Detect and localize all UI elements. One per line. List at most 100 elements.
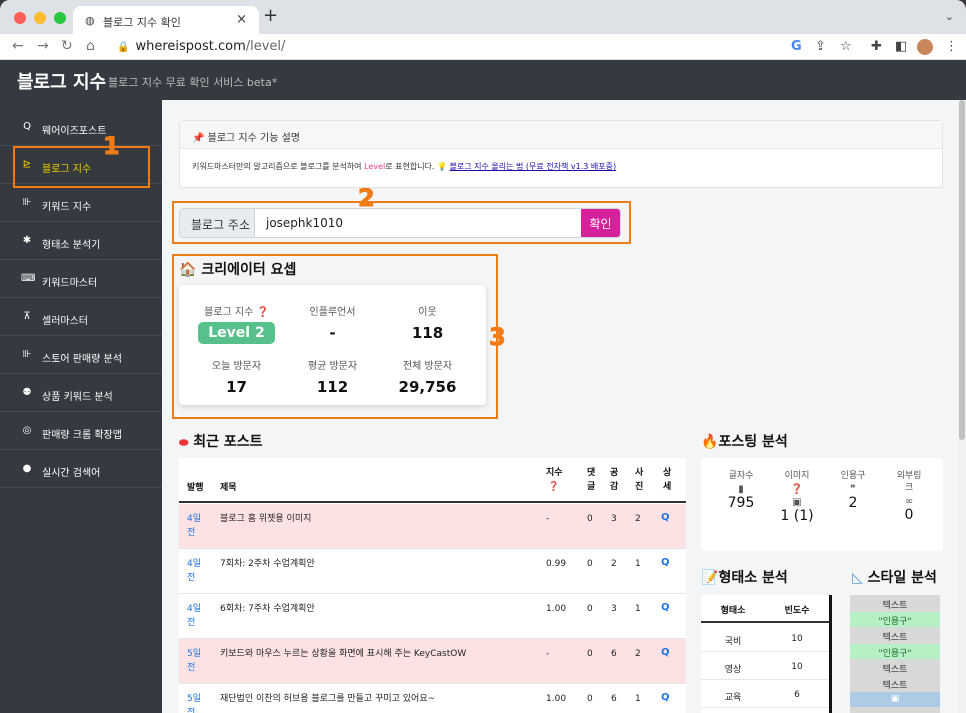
home-icon[interactable]: ⌂ — [86, 38, 95, 54]
creator-stat-label: 평균 방문자 — [307, 361, 358, 372]
google-icon[interactable]: G — [791, 39, 802, 54]
creator-stat: 평균 방문자 112 — [285, 357, 380, 396]
post-index: 1.00 — [546, 694, 567, 704]
confirm-button[interactable]: 확인 — [581, 209, 620, 237]
scrollbar-thumb[interactable] — [959, 100, 965, 440]
avatar[interactable] — [917, 39, 933, 55]
sidebar-item-3[interactable]: ✱ 형태소 분석기 — [0, 222, 162, 260]
post-photos: 2 — [635, 514, 641, 524]
post-title[interactable]: 6회차: 7주차 수업계획안 — [220, 602, 315, 616]
sidebar-item-4[interactable]: ⌨ 키워드마스터 — [0, 260, 162, 298]
creator-stat-value: 118 — [411, 324, 444, 342]
post-title[interactable]: 7회차: 2주차 수업계획안 — [220, 557, 315, 571]
new-tab-button[interactable]: + — [263, 5, 278, 26]
sidebar-item-2[interactable]: ⊪ 키워드 지수 — [0, 184, 162, 222]
page-scrollbar[interactable] — [958, 100, 966, 713]
reload-icon[interactable]: ↻ — [61, 38, 73, 54]
star-icon[interactable]: ☆ — [840, 39, 852, 54]
ebook-link[interactable]: 블로그 지수 올리는 법 (무료 전자책 v1.3 배포중) — [450, 162, 617, 171]
table-row[interactable]: 5일 전 키보드와 마우스 누르는 상황을 화면에 표시해 주는 KeyCastO… — [179, 639, 686, 684]
style-line: 텍스트 — [882, 633, 908, 643]
address-bar-row: ← → ↻ ⌂ 🔒 whereispost.com/level/ G ⇪ ☆ ✚ … — [0, 34, 966, 60]
sidebar-item-label: 형태소 분석기 — [42, 240, 101, 251]
posting-stat: 인용구 ❞ 2 — [825, 470, 881, 511]
post-index: 0.99 — [546, 559, 567, 569]
morph-analysis-title: 📝형태소 분석 — [701, 567, 788, 587]
sidepanel-icon[interactable]: ◧ — [895, 39, 907, 54]
magnifier-icon[interactable]: Q — [661, 602, 670, 613]
back-icon[interactable]: ← — [12, 38, 24, 54]
brand-title[interactable]: 블로그 지수 — [17, 68, 106, 94]
posting-stat: 외부링 크 ∞ 0 — [881, 470, 937, 523]
post-comments: 0 — [587, 604, 593, 614]
chevron-down-icon[interactable]: ⌄ — [945, 10, 954, 23]
browser-tab[interactable]: ◍ 블로그 지수 확인 × — [73, 6, 259, 34]
post-likes: 2 — [611, 559, 617, 569]
sidebar-item-label: 셀러마스터 — [42, 316, 88, 327]
tab-title: 블로그 지수 확인 — [103, 16, 181, 29]
posting-stat-value: 795 — [727, 495, 755, 511]
annotation-number-3: 3 — [489, 323, 507, 352]
table-row[interactable]: 4일 전 블로그 홈 위젯용 이미지 - 0 3 2 Q — [179, 504, 686, 549]
magnifier-icon[interactable]: Q — [661, 692, 670, 703]
posting-stat-label: 인용구 — [840, 471, 866, 481]
bar-chart-icon: ⊪ — [22, 349, 32, 360]
post-title[interactable]: 키보드와 마우스 누르는 상황을 화면에 표시해 주는 KeyCastOW — [220, 647, 466, 661]
forward-icon[interactable]: → — [37, 38, 49, 54]
share-icon[interactable]: ⇪ — [815, 39, 826, 54]
info-panel: 📌 블로그 지수 기능 설명 키워드마스터만의 알고리즘으로 블로그를 분석하여… — [179, 120, 943, 188]
close-window-button[interactable] — [14, 12, 26, 24]
table-row[interactable]: 5일 전 재단법인 이찬의 허브용 블로그를 만들고 꾸미고 있어요~ 1.00 0 6… — [179, 684, 686, 713]
question-icon[interactable]: ❓ — [548, 480, 559, 494]
col-morph: 형태소 — [701, 595, 765, 623]
post-title[interactable]: 블로그 홈 위젯용 이미지 — [220, 512, 311, 526]
morph-word: 교육 — [724, 693, 742, 703]
post-date: 4일 전 — [187, 604, 202, 628]
gear-icon: ✱ — [22, 235, 32, 246]
post-likes: 6 — [611, 649, 617, 659]
morph-count: 10 — [791, 634, 803, 644]
annotation-number-1: 1 — [103, 132, 121, 161]
posts-table-header: 발행 제목 지수 ❓ 댓 글 공 감 사 진 상 세 — [179, 458, 686, 503]
sidebar-item-7[interactable]: ⚉ 상품 키워드 분석 — [0, 374, 162, 412]
post-index: - — [546, 514, 550, 524]
magnifier-icon[interactable]: Q — [661, 512, 670, 523]
sidebar-item-0[interactable]: Q 웨어이즈포스트 — [0, 108, 162, 146]
posting-stat-value: 1 (1) — [780, 508, 814, 524]
clock-icon: ● — [22, 463, 32, 474]
col-date: 발행 — [187, 483, 204, 493]
url-host: whereispost.com — [135, 39, 246, 54]
sidebar-item-9[interactable]: ● 실시간 검색어 — [0, 450, 162, 488]
extensions-icon[interactable]: ✚ — [871, 39, 882, 54]
post-index: - — [546, 649, 550, 659]
menu-icon[interactable]: ⋮ — [945, 39, 958, 54]
posting-stat-label: 글자수 — [728, 471, 754, 481]
col-title: 제목 — [220, 483, 237, 493]
creator-stat: 전체 방문자 29,756 — [380, 357, 475, 396]
post-comments: 0 — [587, 559, 593, 569]
magnifier-icon[interactable]: Q — [661, 557, 670, 568]
creator-stat-value: 17 — [226, 378, 247, 396]
col-photos: 사 진 — [635, 468, 644, 492]
maximize-window-button[interactable] — [54, 12, 66, 24]
sidebar-item-6[interactable]: ⊪ 스토어 판매량 분석 — [0, 336, 162, 374]
url-field[interactable]: 🔒 whereispost.com/level/ — [117, 39, 285, 54]
creator-stat-label: 이웃 — [418, 307, 437, 318]
blog-address-input[interactable]: josephk1010 — [266, 216, 343, 230]
browser-window: ◍ 블로그 지수 확인 × + ⌄ ← → ↻ ⌂ 🔒 whereispost.c… — [0, 0, 966, 713]
table-row: 교육 6 — [701, 681, 829, 708]
magnifier-icon[interactable]: Q — [661, 647, 670, 658]
table-row[interactable]: 4일 전 7회차: 2주차 수업계획안 0.99 0 2 1 Q — [179, 549, 686, 594]
sidebar-item-8[interactable]: ◎ 판매량 크롬 확장앱 — [0, 412, 162, 450]
tab-bar: ◍ 블로그 지수 확인 × + ⌄ — [0, 0, 966, 34]
sidebar-item-5[interactable]: ⊼ 셀러마스터 — [0, 298, 162, 336]
table-row[interactable]: 4일 전 6회차: 7주차 수업계획안 1.00 0 3 1 Q — [179, 594, 686, 639]
post-title[interactable]: 재단법인 이찬의 허브용 블로그를 만들고 꾸미고 있어요~ — [220, 692, 435, 706]
lock-icon: 🔒 — [117, 42, 130, 53]
brand-subtitle: 블로그 지수 무료 확인 서비스 beta* — [108, 76, 278, 89]
close-tab-icon[interactable]: × — [236, 12, 247, 27]
sidebar: Q 웨어이즈포스트 ⊵ 블로그 지수 ⊪ 키워드 지수 ✱ 형태소 분석기 ⌨ 키워드마스터 ⊼ 셀러… — [0, 100, 162, 713]
col-comments: 댓 글 — [587, 468, 596, 492]
minimize-window-button[interactable] — [34, 12, 46, 24]
creator-stat-label: 인플루언서 — [309, 307, 356, 318]
